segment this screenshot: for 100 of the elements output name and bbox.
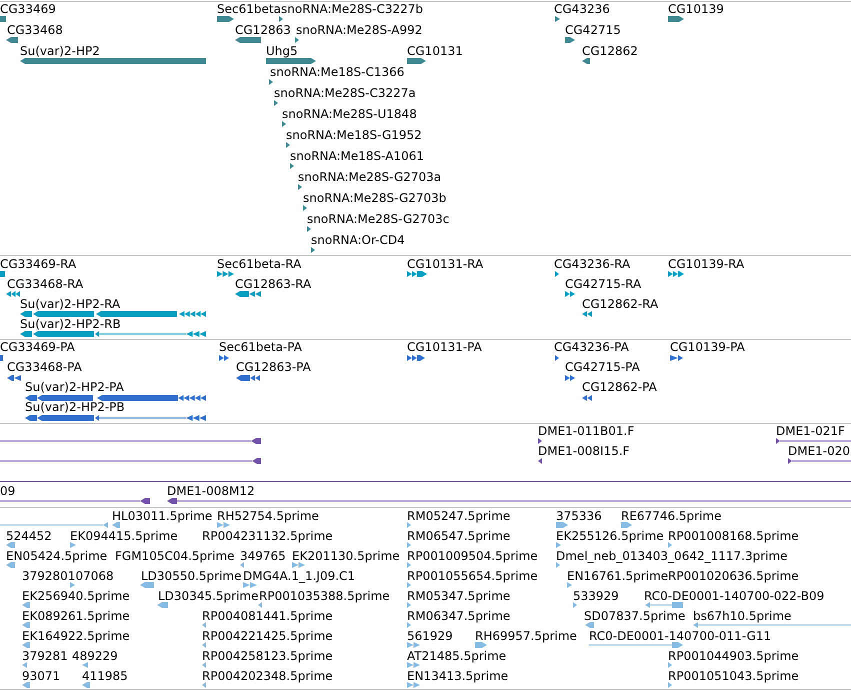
est-label: EK089261.5prime [22,609,130,623]
protein-label: Su(var)2-HP2-PB [25,400,125,414]
clone-label: DME1-008M12 [167,484,255,498]
est-label: RP001020636.5prime [668,569,799,583]
protein-label: CG42715-PA [565,360,640,374]
gene-label: snoRNA:Me18S-C1366 [270,65,404,79]
transcript-label: CG10139-RA [668,257,744,271]
est-label: RM06347.5prime [407,609,510,623]
est-label: RH69957.5prime [475,629,577,643]
transcript-block-icon [0,271,5,277]
est-label: RP001055654.5prime [407,569,538,583]
protein-label: CG43236-PA [554,340,629,354]
est-label: EK201130.5prime [292,549,400,563]
est-label: Dmel_neb_013403_0642_1117.3prime [556,549,788,563]
est-label: 379281 [22,649,68,663]
est-label: SD07837.5prime [584,609,686,623]
transcript-label: CG43236-RA [554,257,630,271]
est-label: RP001035388.5prime [259,589,390,603]
clone-label: DME1-008I15.F [538,444,630,458]
protein-label: Sec61beta-PA [219,340,302,354]
est-label: 533929 [573,589,619,603]
est-label: 93071 [22,669,60,683]
gene-label: snoRNA:Me28S-U1848 [282,107,417,121]
transcript-label: CG33469-RA [0,257,76,271]
gene-label: Uhg5 [266,44,298,58]
est-label: EK094415.5prime [70,529,178,543]
gene-label: CG12862 [582,44,638,58]
transcript-label: CG10131-RA [407,257,484,271]
est-label: RC0-DE0001-140700-011-G11 [589,629,772,643]
est-label: EN16761.5prime [567,569,668,583]
est-label: 349765 [240,549,286,563]
est-label: DMG4A.1_1.J09.C1 [243,569,356,583]
est-label: RP001044903.5prime [668,649,799,663]
est-label: LD30550.5prime [141,569,242,583]
gene-label: CG12863 [235,23,291,37]
gene-label: CG10131 [407,44,463,58]
transcript-label: Su(var)2-HP2-RB [20,317,121,331]
gene-label: snoRNA:Me28S-G2703b [303,191,446,205]
transcript-label: CG12863-RA [235,277,312,291]
est-label: RM05347.5prime [407,589,510,603]
gene-label: snoRNA:Me28S-C3227b [281,2,424,16]
protein-block-icon [0,355,3,361]
protein-label: CG12862-PA [582,380,657,394]
protein-label: CG33469-PA [0,340,75,354]
gene-label: snoRNA:Me28S-G2703c [307,212,450,226]
clone-label: DME1-021F [776,424,845,438]
est-label: FGM105C04.5prime [115,549,235,563]
est-label: AT21485.5prime [407,649,506,663]
est-label: 524452 [6,529,52,543]
protein-label: CG10139-PA [670,340,745,354]
est-label: 375336 [556,509,602,523]
est-label: bs67h10.5prime [693,609,792,623]
transcript-label: CG33468-RA [7,277,84,291]
est-label: RP004231132.5prime [202,529,333,543]
gene-label: Su(var)2-HP2 [20,44,100,58]
est-label: HL03011.5prime [112,509,212,523]
est-label: RH52754.5prime [217,509,319,523]
est-label: LD30345.5prime [158,589,259,603]
gene-label: snoRNA:Me18S-G1952 [286,128,422,142]
est-label: RE67746.5prime [621,509,722,523]
est-label: RM06547.5prime [407,529,510,543]
est-label: EN05424.5prime [6,549,108,563]
gene-label: snoRNA:Me28S-A992 [296,23,422,37]
clone-label: DME1-020 [788,444,850,458]
est-label: RC0-DE0001-140700-022-B09 [644,589,824,603]
protein-label: CG12863-PA [236,360,311,374]
gene-label: snoRNA:Me18S-A1061 [290,149,424,163]
clone-label: DME1-011B01.F [538,424,634,438]
est-label: 379280107068 [22,569,114,583]
transcript-label: CG12862-RA [582,297,658,311]
gene-label: CG10139 [668,2,724,16]
est-label: RP001051043.5prime [668,669,799,683]
est-label: RM05247.5prime [407,509,510,523]
est-label: RP004081441.5prime [202,609,333,623]
est-label: RP001009504.5prime [407,549,538,563]
gene-label: CG42715 [565,23,621,37]
est-label: RP001008168.5prime [668,529,799,543]
est-label: 561929 [407,629,453,643]
est-label: EN13413.5prime [407,669,508,683]
gene-label: CG33469 [0,2,56,16]
est-label: RP004202348.5prime [202,669,333,683]
gene-label: snoRNA:Or-CD4 [311,233,405,247]
est-label: 411985 [82,669,128,683]
gene-label: snoRNA:Me28S-C3227a [274,86,416,100]
est-label: 489229 [72,649,118,663]
transcript-label: Su(var)2-HP2-RA [20,297,120,311]
est-label: RP004221425.5prime [202,629,333,643]
gene-label: snoRNA:Me28S-G2703a [298,170,442,184]
protein-label: Su(var)2-HP2-PA [25,380,124,394]
gene-label: CG33468 [7,23,63,37]
clone-label: 09 [0,484,16,498]
transcript-label: Sec61beta-RA [217,257,302,271]
est-label: EK164922.5prime [22,629,130,643]
transcript-label: CG42715-RA [565,277,642,291]
gene-block-icon [0,16,6,22]
est-label: EK255126.5prime [556,529,664,543]
gene-label: CG43236 [554,2,610,16]
est-label: RP004258123.5prime [202,649,333,663]
est-label: EK256940.5prime [22,589,130,603]
protein-label: CG33468-PA [7,360,82,374]
